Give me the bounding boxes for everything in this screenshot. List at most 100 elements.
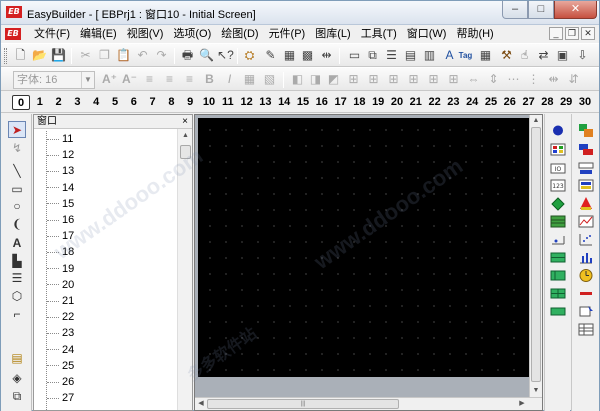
layer-button[interactable]: 22 — [426, 95, 444, 110]
align-top-edge-icon[interactable]: ⊞ — [405, 71, 422, 88]
table-object-icon[interactable] — [578, 322, 594, 337]
same-height-icon[interactable]: ⇕ — [485, 71, 502, 88]
layer-button[interactable]: 7 — [144, 95, 162, 110]
bring-front-icon[interactable]: ◧ — [289, 71, 306, 88]
layer-button[interactable]: 19 — [369, 95, 387, 110]
font-size-select[interactable]: 字体: 16 ▼ — [13, 71, 95, 89]
layer-button[interactable]: 30 — [576, 95, 594, 110]
layer-button[interactable]: 2 — [50, 95, 68, 110]
design-canvas[interactable] — [198, 118, 530, 377]
scroll-down-icon[interactable]: ▼ — [530, 385, 542, 397]
library-icon[interactable]: ◈ — [8, 370, 26, 387]
layer-button[interactable]: 17 — [332, 95, 350, 110]
ascii-display-icon[interactable] — [550, 232, 566, 247]
menu-item[interactable]: 窗口(W) — [402, 27, 452, 41]
scroll-left-icon[interactable]: ◀ — [195, 398, 207, 410]
undo-icon[interactable]: ↶ — [134, 47, 151, 64]
forward-icon[interactable]: ◩ — [325, 71, 342, 88]
layer-button[interactable]: 26 — [501, 95, 519, 110]
bar-graph-icon[interactable] — [550, 214, 566, 229]
toggle-switch-icon[interactable] — [550, 196, 566, 211]
object-list-icon[interactable]: ☰ — [383, 47, 400, 64]
layer-button[interactable]: 4 — [87, 95, 105, 110]
mdi-minimize-button[interactable]: _ — [549, 27, 563, 40]
pie-chart-icon[interactable] — [578, 178, 594, 193]
alarm-bar-icon[interactable] — [550, 286, 566, 301]
polygon-icon[interactable]: ⬡ — [8, 288, 26, 305]
window-list-item[interactable]: 22 — [47, 309, 74, 325]
text-color-icon[interactable]: ▦ — [241, 71, 258, 88]
table-icon[interactable]: ▤ — [402, 47, 419, 64]
same-width-icon[interactable]: ⇔ — [465, 71, 482, 88]
menu-item[interactable]: 文件(F) — [29, 27, 75, 41]
window-list-item[interactable]: 12 — [47, 147, 74, 163]
window-list-item[interactable]: 17 — [47, 228, 74, 244]
align-icon[interactable]: ⇹ — [318, 47, 335, 64]
trend-display-icon[interactable] — [578, 214, 594, 229]
polyline-icon[interactable]: ⌐ — [8, 306, 26, 323]
paste-icon[interactable]: 📋 — [115, 47, 132, 64]
layer-button[interactable]: 28 — [538, 95, 556, 110]
window-list-item[interactable]: 20 — [47, 277, 74, 293]
numeric-display-icon[interactable]: IO — [550, 161, 566, 176]
menu-item[interactable]: 元件(P) — [264, 27, 311, 41]
save-icon[interactable]: 💾 — [50, 47, 67, 64]
canvas-vertical-scrollbar[interactable]: ▲ ▼ — [529, 115, 542, 397]
bit-lamp-icon[interactable] — [550, 123, 566, 138]
window-list-item[interactable]: 15 — [47, 196, 74, 212]
scroll-right-icon[interactable]: ▶ — [516, 398, 528, 410]
window-list-item[interactable]: 21 — [47, 293, 74, 309]
align-right-edge-icon[interactable]: ⊞ — [385, 71, 402, 88]
layer-button[interactable]: 1 — [31, 95, 49, 110]
send-back-icon[interactable]: ◨ — [307, 71, 324, 88]
hand-icon[interactable]: ☝ — [516, 47, 533, 64]
window-list-item[interactable]: 11 — [47, 131, 73, 147]
align-hcenter-icon[interactable]: ⊞ — [365, 71, 382, 88]
cut-icon[interactable]: ✂ — [77, 47, 94, 64]
scroll-up-icon[interactable]: ▲ — [179, 129, 192, 142]
function-key-icon[interactable] — [578, 142, 594, 157]
help-pointer-icon[interactable]: ↖? — [217, 47, 234, 64]
operation-log-icon[interactable] — [578, 304, 594, 319]
multi-state-switch-icon[interactable] — [578, 123, 594, 138]
history-data-icon[interactable] — [550, 304, 566, 319]
layer-button[interactable]: 6 — [125, 95, 143, 110]
event-display-icon[interactable] — [550, 268, 566, 283]
align-center-icon[interactable]: ≡ — [161, 71, 178, 88]
window-list-item[interactable]: 18 — [47, 244, 74, 260]
layer-button[interactable]: 9 — [181, 95, 199, 110]
build-hammer-icon[interactable]: ⚒ — [498, 47, 515, 64]
pen-icon[interactable]: ✎ — [262, 47, 279, 64]
toolbar-grip[interactable] — [4, 48, 7, 64]
rectangle-icon[interactable]: ▭ — [8, 181, 26, 198]
window-list-item[interactable]: 16 — [47, 212, 74, 228]
compile-icon[interactable]: ⛭ — [241, 47, 258, 64]
flip-h-icon[interactable]: ⇹ — [545, 71, 562, 88]
tag-icon[interactable]: Tag — [457, 47, 474, 64]
close-button[interactable]: ✕ — [554, 1, 597, 19]
window-list-item[interactable]: 24 — [47, 342, 74, 358]
arc-icon[interactable]: ❨ — [8, 216, 26, 233]
picture-icon[interactable]: ▤ — [8, 350, 26, 367]
layer-button[interactable]: 16 — [313, 95, 331, 110]
clock-icon[interactable] — [578, 268, 594, 283]
find-icon[interactable]: 🔍 — [198, 47, 215, 64]
layer-button[interactable]: 3 — [68, 95, 86, 110]
layer-icon[interactable]: ▦ — [281, 47, 298, 64]
maximize-button[interactable]: □ — [528, 1, 554, 19]
layer-button[interactable]: 12 — [238, 95, 256, 110]
layer-button[interactable]: 21 — [407, 95, 425, 110]
layer-button[interactable]: 29 — [557, 95, 575, 110]
canvas-horizontal-scrollbar[interactable]: ◀ ||| ▶ — [195, 397, 542, 410]
minimize-button[interactable]: – — [502, 1, 528, 19]
group-icon[interactable]: ⧉ — [364, 47, 381, 64]
menu-item[interactable]: 图库(L) — [310, 27, 355, 41]
line-icon[interactable]: ╲ — [8, 163, 26, 180]
ruler-icon[interactable]: ☰ — [8, 270, 26, 287]
offline-sim-icon[interactable]: ▣ — [554, 47, 571, 64]
distribute-h-icon[interactable]: ⋯ — [505, 71, 522, 88]
menu-item[interactable]: 工具(T) — [356, 27, 402, 41]
scroll-up-icon[interactable]: ▲ — [530, 115, 542, 127]
online-sim-icon[interactable]: ⇄ — [535, 47, 552, 64]
layer-button[interactable]: 11 — [219, 95, 237, 110]
